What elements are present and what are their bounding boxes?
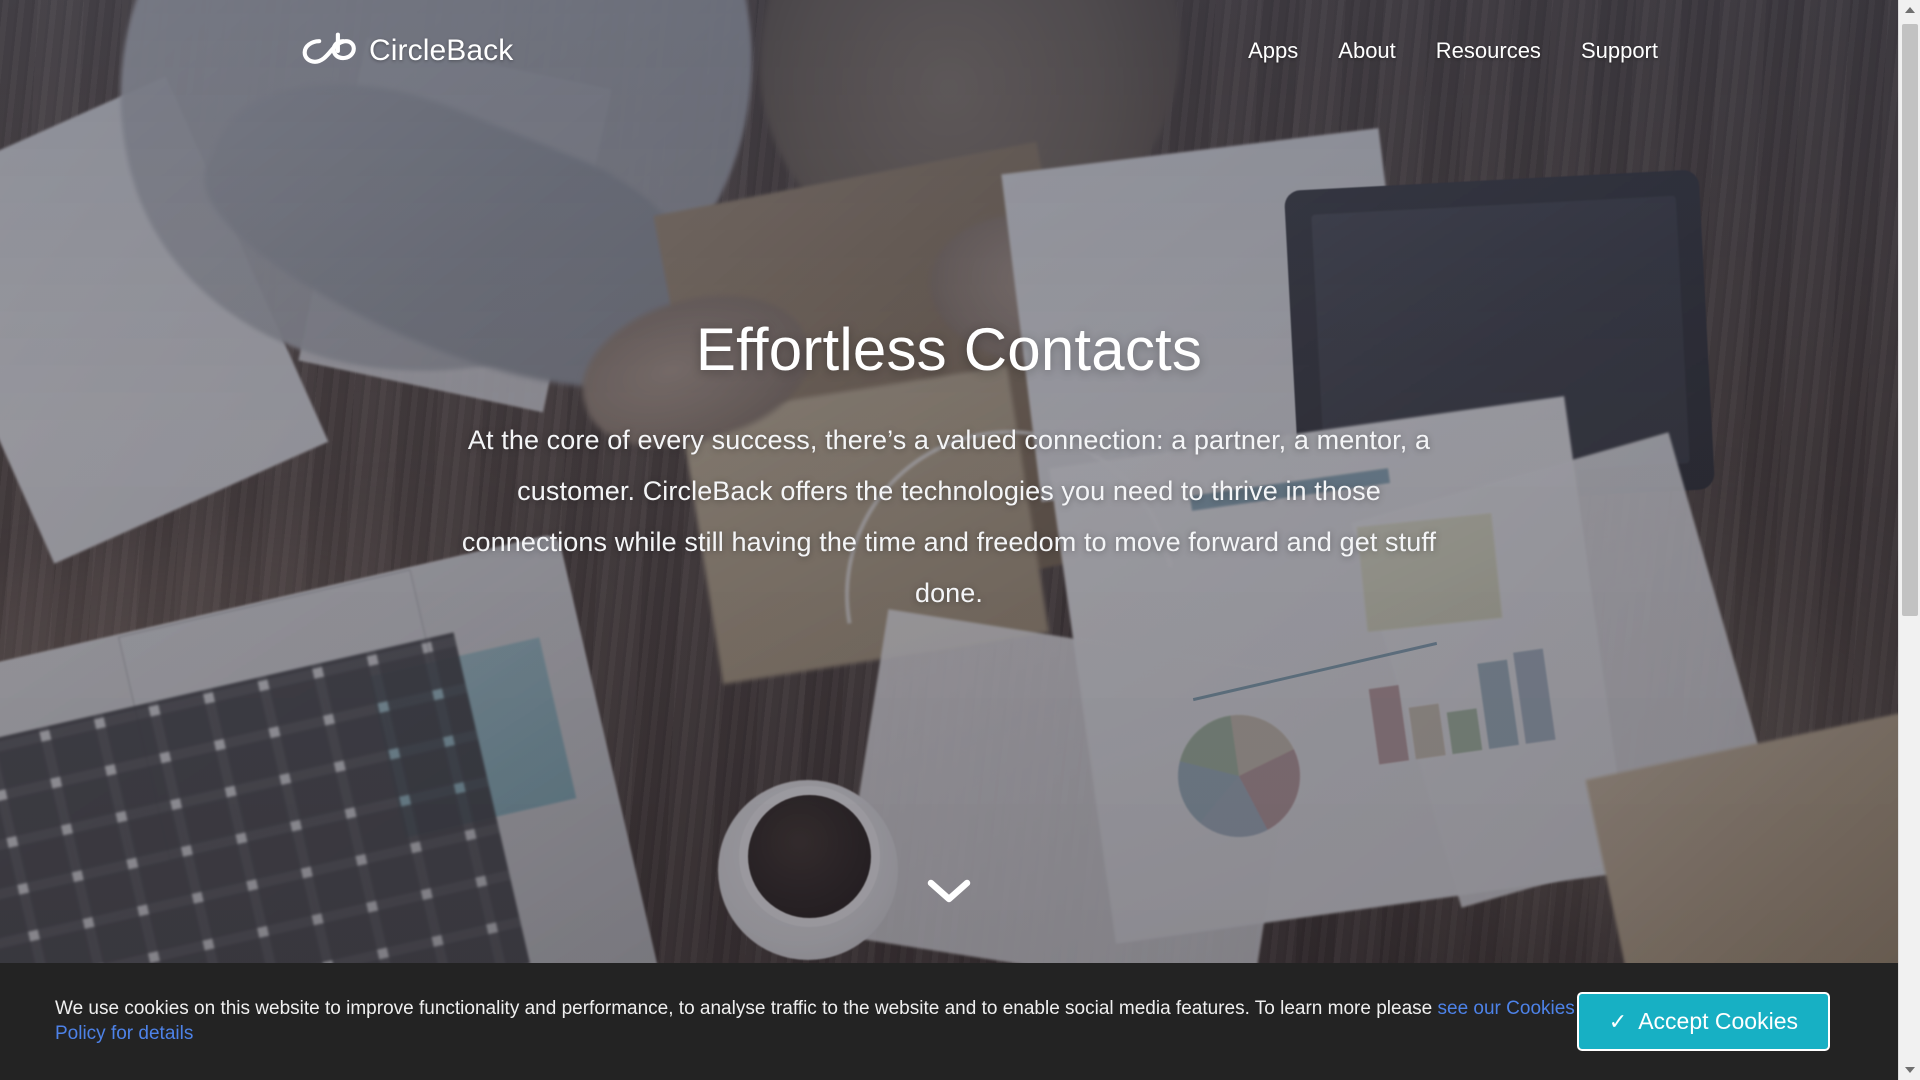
- scrollbar-thumb[interactable]: [1902, 24, 1918, 616]
- scroll-down-arrow-icon: [1905, 1067, 1915, 1073]
- scrollbar-up-arrow[interactable]: [1899, 0, 1920, 20]
- hero-section: CircleBack Apps About Resources Support …: [0, 0, 1898, 963]
- nav-item-support[interactable]: Support: [1581, 38, 1658, 64]
- cookie-consent-banner: We use cookies on this website to improv…: [0, 963, 1898, 1080]
- scrollbar-down-arrow[interactable]: [1899, 1060, 1920, 1080]
- chevron-down-icon: [927, 879, 971, 903]
- primary-nav-links: Apps About Resources Support: [1248, 38, 1658, 64]
- hero-copy-block: Effortless Contacts At the core of every…: [444, 316, 1454, 619]
- scroll-up-arrow-icon: [1905, 7, 1915, 13]
- brand-name-text: CircleBack: [369, 34, 514, 67]
- page-root: CircleBack Apps About Resources Support …: [0, 0, 1920, 1080]
- accept-cookies-button[interactable]: ✓ Accept Cookies: [1576, 992, 1830, 1051]
- nav-item-apps[interactable]: Apps: [1248, 38, 1298, 64]
- checkmark-icon: ✓: [1608, 1008, 1628, 1034]
- nav-item-about[interactable]: About: [1338, 38, 1396, 64]
- page-scrollbar[interactable]: [1898, 0, 1920, 1080]
- hero-subheadline: At the core of every success, there’s a …: [461, 424, 1437, 608]
- cookie-banner-message: We use cookies on this website to improv…: [55, 997, 1438, 1019]
- brand-logo-link[interactable]: CircleBack: [300, 32, 513, 70]
- hero-headline: Effortless Contacts: [695, 316, 1203, 383]
- accept-cookies-label: Accept Cookies: [1638, 1008, 1798, 1034]
- scroll-down-button[interactable]: [926, 876, 972, 906]
- cookie-banner-text: We use cookies on this website to improv…: [55, 997, 1577, 1046]
- site-navbar: CircleBack Apps About Resources Support: [0, 0, 1898, 102]
- nav-item-resources[interactable]: Resources: [1436, 38, 1541, 64]
- circleback-cb-monogram-icon: [302, 32, 356, 64]
